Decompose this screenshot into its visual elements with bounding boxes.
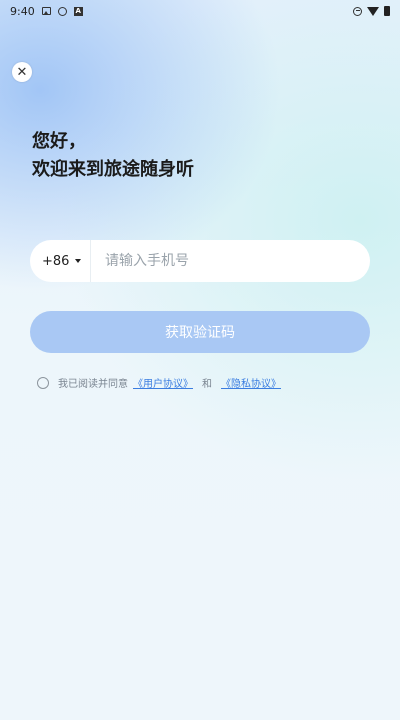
greeting: 您好， 欢迎来到旅途随身听 bbox=[32, 128, 194, 184]
do-not-disturb-icon bbox=[353, 6, 362, 16]
agreement-and: 和 bbox=[202, 379, 212, 390]
close-icon: ✕ bbox=[16, 64, 28, 80]
agreement-prefix: 我已阅读并同意 bbox=[58, 379, 128, 390]
greeting-line-2: 欢迎来到旅途随身听 bbox=[32, 159, 194, 180]
status-right bbox=[353, 6, 390, 16]
country-code-selector[interactable]: +86 bbox=[30, 240, 90, 282]
wifi-icon bbox=[367, 6, 379, 16]
get-verification-code-button[interactable]: 获取验证码 bbox=[30, 311, 370, 353]
country-code-label: +86 bbox=[42, 253, 70, 269]
close-button[interactable]: ✕ bbox=[12, 62, 32, 82]
greeting-line-1: 您好， bbox=[32, 131, 86, 152]
image-icon bbox=[41, 7, 51, 15]
battery-icon bbox=[384, 6, 390, 16]
phone-number-input[interactable] bbox=[91, 240, 370, 282]
privacy-policy-link[interactable]: 《隐私协议》 bbox=[221, 375, 281, 390]
chevron-down-icon bbox=[75, 259, 82, 263]
status-time: 9:40 bbox=[10, 4, 35, 18]
user-agreement-link[interactable]: 《用户协议》 bbox=[133, 375, 193, 390]
agreement-row: 我已阅读并同意 《用户协议》 和 《隐私协议》 bbox=[37, 375, 283, 390]
phone-input-row: +86 bbox=[30, 240, 370, 282]
status-bar: 9:40 A bbox=[0, 0, 400, 22]
agreement-checkbox[interactable] bbox=[37, 376, 49, 389]
a-icon: A bbox=[73, 6, 83, 16]
globe-icon bbox=[57, 6, 67, 16]
background bbox=[0, 0, 400, 720]
status-left: 9:40 A bbox=[10, 5, 83, 18]
